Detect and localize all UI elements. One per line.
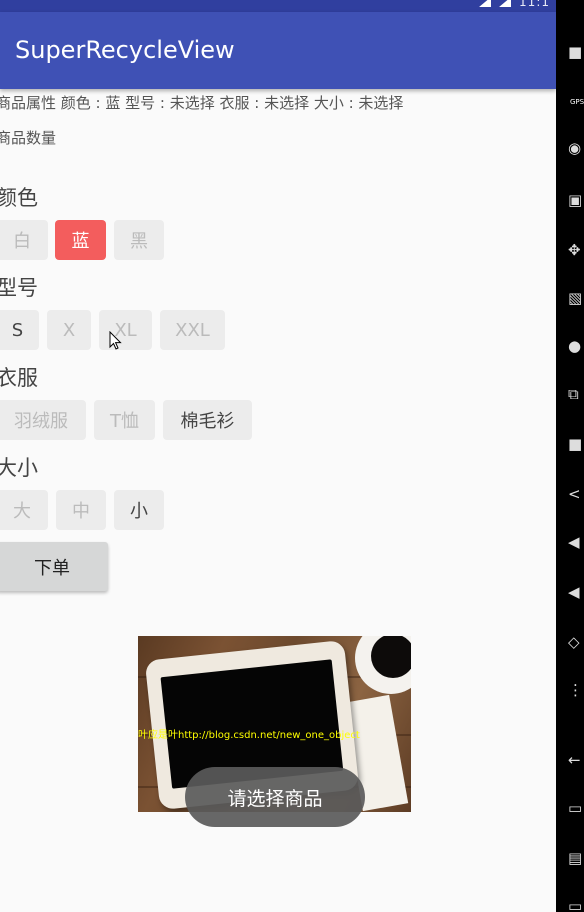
battery-icon [499, 0, 512, 7]
chip-model-s[interactable]: S [0, 310, 39, 350]
chip-model-xxl[interactable]: XXL [160, 310, 225, 350]
volume-down-icon[interactable]: ◀ [568, 584, 584, 600]
attributes-summary: 商品属性 颜色 : 蓝 型号 : 未选择 衣服 : 未选择 大小 : 未选择 [0, 94, 404, 112]
chat-icon[interactable]: ■ [568, 436, 584, 452]
move-icon[interactable]: ✥ [568, 242, 584, 258]
camera-icon[interactable]: ◉ [568, 140, 584, 156]
group-title-clothes: 衣服 [0, 366, 38, 390]
chip-clothes-down-jacket[interactable]: 羽绒服 [0, 400, 86, 440]
status-icons: 11:1 [479, 0, 550, 9]
video-icon[interactable]: ▣ [568, 192, 584, 208]
chip-size-large[interactable]: 大 [0, 490, 48, 530]
chip-model-x[interactable]: X [47, 310, 91, 350]
group-title-model: 型号 [0, 276, 38, 300]
chip-clothes-cotton-sweater[interactable]: 棉毛衫 [163, 400, 252, 440]
quantity-label: 商品数量 [0, 129, 57, 147]
app-bar: SuperRecycleView [0, 12, 556, 89]
status-bar: 11:1 [0, 0, 556, 12]
zoom-icon[interactable]: ⋮ [568, 682, 584, 698]
rss-icon[interactable]: ⧉ [568, 386, 584, 402]
home-icon[interactable]: ▭ [568, 800, 584, 816]
chip-color-blue[interactable]: 蓝 [55, 220, 106, 260]
chip-model-xl[interactable]: XL [99, 310, 152, 350]
lock-icon[interactable]: ■ [568, 44, 584, 60]
chip-color-white[interactable]: 白 [0, 220, 48, 260]
group-title-color: 颜色 [0, 186, 38, 210]
status-time: 11:1 [519, 0, 550, 9]
recents-icon[interactable]: ▤ [568, 850, 584, 866]
app-title: SuperRecycleView [15, 36, 235, 64]
coffee-cup-graphic [355, 636, 411, 694]
chip-color-black[interactable]: 黑 [114, 220, 164, 260]
id-icon[interactable]: ▧ [568, 290, 584, 306]
chip-clothes-tshirt[interactable]: T恤 [94, 400, 155, 440]
chip-size-medium[interactable]: 中 [56, 490, 106, 530]
chip-size-small[interactable]: 小 [114, 490, 164, 530]
mouse-cursor-icon [109, 331, 122, 350]
menu-icon[interactable]: ▭ [568, 898, 584, 912]
dot-icon[interactable]: ● [568, 338, 584, 354]
order-button[interactable]: 下单 [0, 542, 108, 591]
rotate-icon[interactable]: ◇ [568, 634, 584, 650]
image-watermark: 叶应是叶http://blog.csdn.net/new_one_object [138, 730, 360, 741]
gps-icon[interactable]: GPS [570, 94, 584, 110]
share-icon[interactable]: < [568, 486, 584, 502]
group-title-size: 大小 [0, 456, 38, 480]
toast-message: 请选择商品 [185, 767, 365, 827]
volume-up-icon[interactable]: ◀ [568, 534, 584, 550]
signal-icon [479, 0, 492, 7]
back-icon[interactable]: ← [568, 752, 584, 768]
emulator-toolbar: ■ GPS ◉ ▣ ✥ ▧ ● ⧉ ■ < ◀ ◀ ◇ ⋮ ← ▭ ▤ ▭ [556, 0, 584, 912]
